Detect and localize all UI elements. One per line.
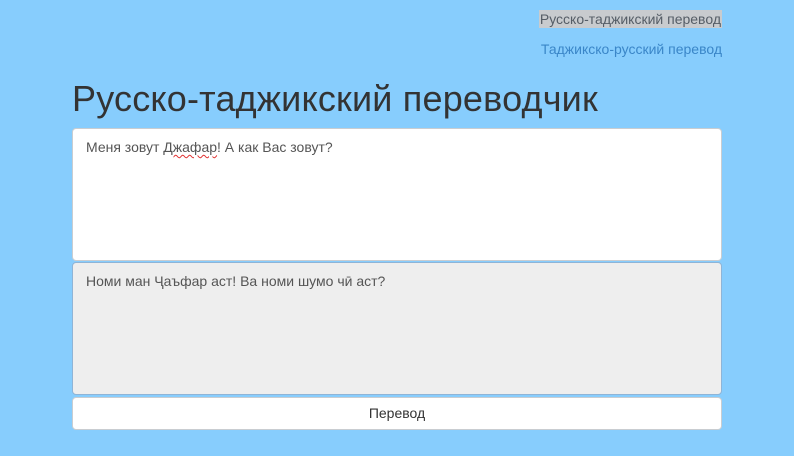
source-text-part-2: ! А как Вас зовут?	[217, 139, 333, 155]
source-text-part-1: Меня зовут	[86, 139, 164, 155]
misspelled-word: Джафар	[163, 139, 218, 155]
nav-item-tj-ru: Таджикско-русский перевод	[539, 40, 722, 70]
nav-item-ru-tj: Русско-таджикский перевод	[538, 10, 722, 40]
translation-text: Номи ман Ҷаъфар аст! Ва номи шумо чӣ аст…	[86, 273, 386, 289]
tj-ru-translation-link[interactable]: Таджикско-русский перевод	[539, 40, 722, 58]
language-direction-nav: Русско-таджикский перевод Таджикско-русс…	[538, 10, 722, 70]
ru-tj-translation-link[interactable]: Русско-таджикский перевод	[538, 10, 722, 28]
translation-output[interactable]: Номи ман Ҷаъфар аст! Ва номи шумо чӣ аст…	[72, 262, 722, 395]
source-text-input[interactable]: Меня зовут Джафар! А как Вас зовут?	[72, 128, 722, 261]
translate-button[interactable]: Перевод	[72, 397, 722, 430]
page-title: Русско-таджикский переводчик	[72, 78, 598, 119]
